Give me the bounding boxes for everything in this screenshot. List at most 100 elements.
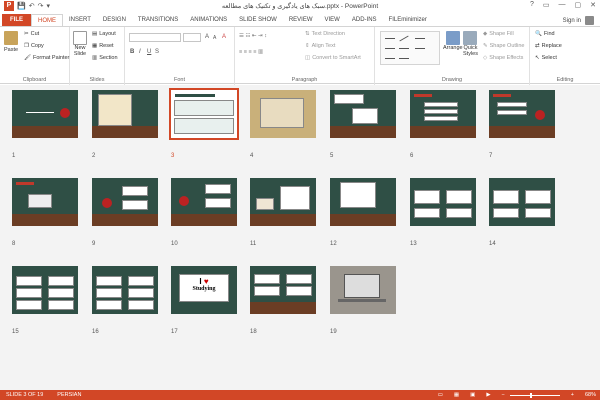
slide-thumbnail-11[interactable] (250, 178, 316, 226)
slide-number: 2 (92, 153, 96, 159)
tab-file[interactable]: FILE (2, 14, 31, 26)
text-direction-button[interactable]: ⇅ Text Direction (305, 31, 345, 37)
scissors-icon: ✂ (24, 31, 29, 37)
minimize-button[interactable]: — (559, 1, 566, 9)
copy-icon: ❐ (24, 43, 29, 49)
slide-thumbnail-1[interactable] (12, 90, 78, 138)
grow-font-button[interactable]: A (205, 34, 209, 40)
underline-button[interactable]: U (147, 49, 151, 55)
section-button[interactable]: ▥ Section (92, 55, 118, 61)
font-name-input[interactable] (129, 33, 181, 42)
new-slide-icon (73, 31, 87, 45)
slide-thumbnail-10[interactable] (171, 178, 237, 226)
shrink-font-button[interactable]: A (213, 35, 216, 41)
replace-button[interactable]: ⇄ Replace (535, 43, 562, 49)
language-indicator[interactable]: PERSIAN (57, 392, 81, 398)
slide-number: 10 (171, 241, 178, 247)
ribbon-display-icon[interactable]: ▭ (543, 1, 550, 9)
slide-sorter: 1 2 3 4 5 6 7 8 9 10 11 12 13 14 15 16 I… (0, 85, 600, 390)
slide-thumbnail-9[interactable] (92, 178, 158, 226)
cursor-icon: ↖ (535, 55, 540, 61)
tab-view[interactable]: VIEW (319, 14, 346, 26)
reset-button[interactable]: ▦ Reset (92, 43, 114, 49)
font-group-label: Font (173, 77, 185, 83)
status-right: ▭ ▦ ▣ ▶ − + 68% (432, 390, 596, 400)
slide-thumbnail-13[interactable] (410, 178, 476, 226)
format-painter-button[interactable]: 🖌 Format Painter (24, 55, 69, 61)
maximize-button[interactable]: ▢ (575, 1, 582, 9)
paste-icon (4, 31, 19, 45)
search-icon: 🔍 (535, 31, 542, 37)
close-button[interactable]: ✕ (590, 1, 596, 9)
brush-icon: 🖌 (24, 55, 31, 61)
text-direction-icon: ⇅ (305, 31, 310, 37)
strikethrough-button[interactable]: S (155, 49, 159, 55)
slide-thumbnail-2[interactable] (92, 90, 158, 138)
slides-group-label: Slides (89, 77, 105, 83)
tab-design[interactable]: DESIGN (97, 14, 132, 26)
slide-thumbnail-12[interactable] (330, 178, 396, 226)
zoom-out-button[interactable]: − (502, 392, 505, 398)
new-slide-button[interactable]: New Slide (73, 31, 87, 57)
find-button[interactable]: 🔍 Find (535, 31, 555, 37)
slide-thumbnail-8[interactable] (12, 178, 78, 226)
select-button[interactable]: ↖ Select (535, 55, 557, 61)
convert-smartart-button[interactable]: ◫ Convert to SmartArt (305, 55, 361, 61)
slide-thumbnail-6[interactable] (410, 90, 476, 138)
avatar[interactable] (585, 16, 594, 25)
tab-slide-show[interactable]: SLIDE SHOW (233, 14, 283, 26)
clear-formatting-button[interactable]: A (222, 34, 226, 40)
sign-in-link[interactable]: Sign in (563, 18, 581, 24)
shape-outline-button[interactable]: ✎ Shape Outline (483, 43, 524, 49)
align-buttons[interactable]: ≡ ≡ ≡ ≡ ▥ (239, 49, 263, 55)
cut-button[interactable]: ✂ Cut (24, 31, 39, 37)
zoom-slider[interactable] (509, 392, 560, 398)
bullets-button[interactable]: ☰ ☷ ⇤ ⇥ ↕ (239, 33, 267, 39)
italic-button[interactable]: I (139, 49, 141, 55)
quick-styles-button[interactable]: Quick Styles (463, 31, 478, 57)
slide-number: 11 (250, 241, 257, 247)
tab-animations[interactable]: ANIMATIONS (184, 14, 233, 26)
tab-transitions[interactable]: TRANSITIONS (132, 14, 184, 26)
slide-sorter-view-icon[interactable]: ▦ (454, 392, 459, 398)
slideshow-view-icon[interactable]: ▶ (486, 392, 490, 398)
arrange-button[interactable]: Arrange (443, 31, 463, 51)
tab-home[interactable]: HOME (31, 14, 63, 26)
drawing-group-label: Drawing (441, 77, 463, 83)
reading-view-icon[interactable]: ▣ (470, 392, 475, 398)
slide-thumbnail-15[interactable] (12, 266, 78, 314)
tab-review[interactable]: REVIEW (283, 14, 319, 26)
zoom-level[interactable]: 68% (585, 392, 596, 398)
tab-fileminimizer[interactable]: FILEminimizer (383, 14, 433, 26)
help-icon[interactable]: ? (530, 1, 534, 9)
slide-thumbnail-14[interactable] (489, 178, 555, 226)
clipboard-group-label: Clipboard (22, 77, 47, 83)
zoom-slider-thumb[interactable] (529, 392, 532, 398)
shape-effects-button[interactable]: ◇ Shape Effects (483, 55, 523, 61)
editing-group: 🔍 Find ⇄ Replace ↖ Select Editing (530, 27, 600, 85)
copy-button[interactable]: ❐ Copy (24, 43, 44, 49)
layout-button[interactable]: ▤ Layout (92, 31, 116, 37)
slide-thumbnail-4[interactable] (250, 90, 316, 138)
slide-number: 17 (171, 329, 178, 335)
slide-thumbnail-19[interactable] (330, 266, 396, 314)
slide-thumbnail-7[interactable] (489, 90, 555, 138)
normal-view-icon[interactable]: ▭ (438, 392, 443, 398)
align-text-button[interactable]: ⇕ Align Text (305, 43, 335, 49)
font-size-input[interactable] (183, 33, 201, 42)
slide-thumbnail-17[interactable]: I ♥ Studying (171, 266, 237, 314)
bold-button[interactable]: B (130, 49, 134, 55)
zoom-in-button[interactable]: + (571, 392, 574, 398)
slide-thumbnail-18[interactable] (250, 266, 316, 314)
slides-group: New Slide ▤ Layout ▦ Reset ▥ Section Slides (70, 27, 125, 85)
paste-button[interactable]: Paste (4, 31, 18, 53)
slide-thumbnail-16[interactable] (92, 266, 158, 314)
tab-insert[interactable]: INSERT (63, 14, 97, 26)
tab-add-ins[interactable]: ADD-INS (346, 14, 383, 26)
slide-thumbnail-3[interactable] (169, 88, 239, 140)
font-group: A A A B I U S Font (125, 27, 235, 85)
slide-thumbnail-5[interactable] (330, 90, 396, 138)
shape-fill-button[interactable]: ◆ Shape Fill (483, 31, 514, 37)
shapes-gallery[interactable] (380, 31, 440, 65)
replace-icon: ⇄ (535, 43, 540, 49)
